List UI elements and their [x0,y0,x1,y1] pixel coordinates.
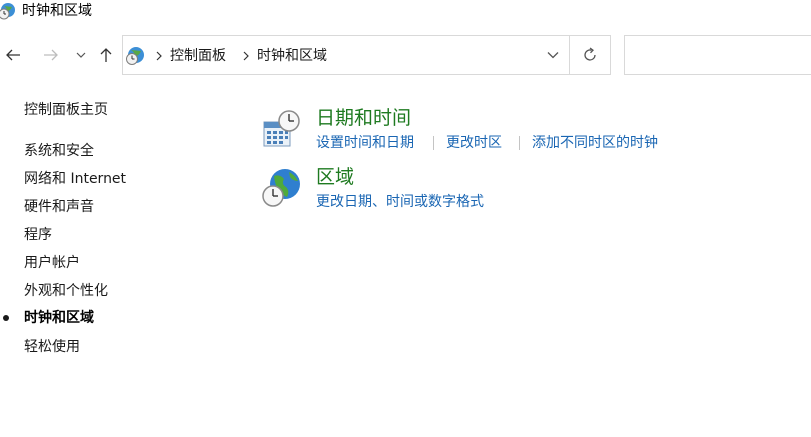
search-input[interactable] [624,35,811,75]
clock-globe-icon [0,2,16,20]
refresh-button[interactable] [570,36,610,74]
link-set-time-date[interactable]: 设置时间和日期 [316,133,414,153]
category-title-date-time[interactable]: 日期和时间 [316,105,411,131]
active-bullet-icon [3,315,9,321]
navigation-bar: 控制面板 时钟和区域 [0,34,811,76]
link-divider [433,136,434,150]
sidebar-item-control-panel-home[interactable]: 控制面板主页 [24,100,108,120]
link-add-clocks[interactable]: 添加不同时区的时钟 [532,133,658,153]
up-button[interactable] [96,34,116,76]
globe-clock-icon[interactable] [260,166,304,210]
link-change-formats[interactable]: 更改日期、时间或数字格式 [316,192,484,212]
chevron-down-icon [76,52,86,58]
link-change-timezone[interactable]: 更改时区 [446,133,502,153]
sidebar-item-user-accounts[interactable]: 用户帐户 [24,253,80,273]
arrow-left-icon [6,49,20,61]
forward-button[interactable] [38,34,64,76]
sidebar-item-network-internet[interactable]: 网络和 Internet [24,169,126,189]
address-dropdown-button[interactable] [537,36,569,74]
sidebar-item-programs[interactable]: 程序 [24,225,52,245]
category-title-region[interactable]: 区域 [316,164,354,190]
breadcrumb-separator-icon[interactable] [154,46,164,66]
breadcrumb-control-panel[interactable]: 控制面板 [170,46,226,66]
sidebar-item-hardware-sound[interactable]: 硬件和声音 [24,197,94,217]
refresh-icon [584,47,596,61]
calendar-clock-icon[interactable] [260,108,304,152]
sidebar-item-clock-region[interactable]: 时钟和区域 [24,308,94,328]
clock-globe-icon [125,46,145,66]
breadcrumb-clock-region[interactable]: 时钟和区域 [257,46,327,66]
address-bar[interactable]: 控制面板 时钟和区域 [122,35,611,75]
sidebar-item-appearance[interactable]: 外观和个性化 [24,281,108,301]
sidebar-item-ease-of-access[interactable]: 轻松使用 [24,337,80,357]
title-bar: 时钟和区域 [0,0,811,28]
sidebar-item-system-security[interactable]: 系统和安全 [24,141,94,161]
recent-locations-button[interactable] [72,34,90,76]
arrow-right-icon [44,49,58,61]
link-divider [519,136,520,150]
back-button[interactable] [0,34,26,76]
arrow-up-icon [100,48,112,62]
chevron-down-icon [547,52,559,59]
breadcrumb-separator-icon[interactable] [241,46,251,66]
window-title: 时钟和区域 [22,3,92,19]
